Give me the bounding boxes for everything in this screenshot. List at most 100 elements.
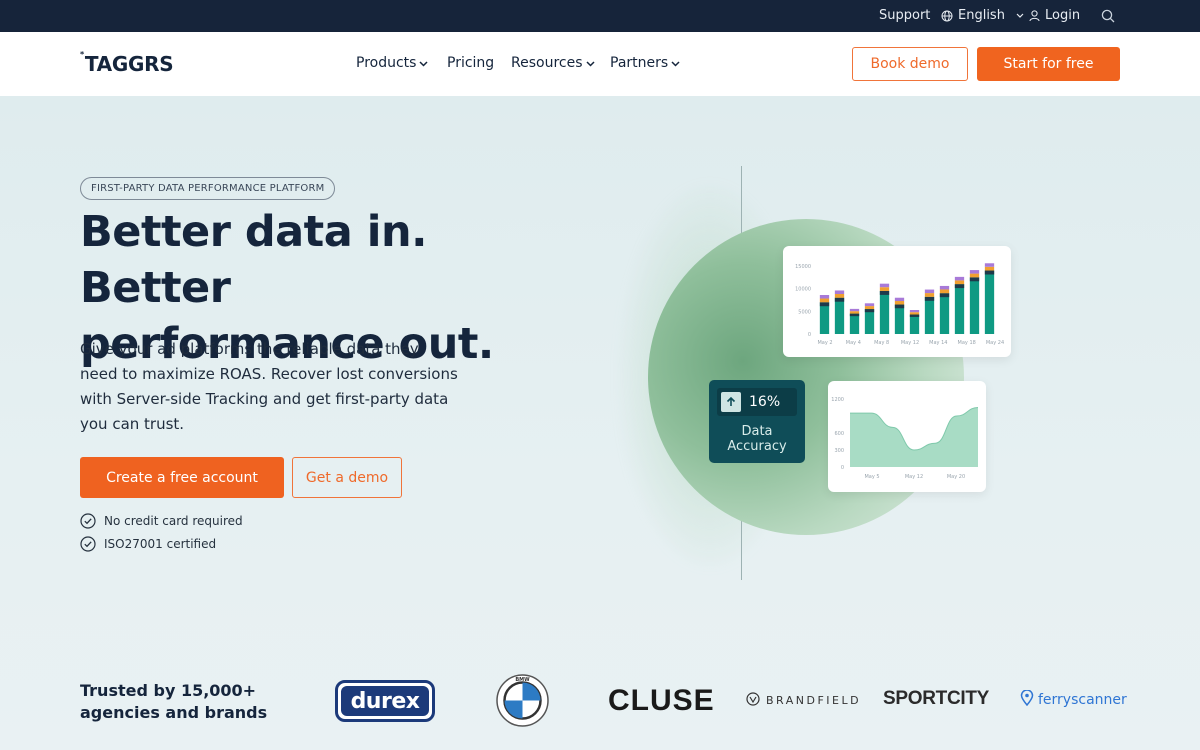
bmw-logo: BMW (496, 674, 549, 727)
bar-segment-purple (909, 310, 920, 313)
sportcity-logo: SPORTCITY (883, 688, 990, 709)
bar-segment-purple (924, 289, 935, 294)
chevron-down-icon (1016, 13, 1024, 19)
bar (939, 293, 950, 334)
bar (924, 296, 935, 334)
y-tick-label: 1200 (831, 397, 844, 403)
ferryscanner-logo: ferryscanner (1020, 689, 1127, 710)
support-link[interactable]: Support (879, 8, 930, 23)
hero-section: FIRST-PARTY DATA PERFORMANCE PLATFORM Be… (0, 96, 1200, 750)
brandfield-logo: BRANDFIELD (746, 692, 861, 709)
globe-icon (941, 10, 953, 22)
bar-segment-orange (894, 301, 905, 305)
check-no-credit-card: No credit card required (80, 513, 243, 529)
cluse-logo: CLUSE (608, 684, 715, 717)
durex-logo-text: durex (341, 686, 429, 716)
bar-segment-purple (984, 263, 995, 267)
x-tick-label: May 4 (846, 340, 861, 346)
arrow-up-icon (721, 392, 741, 412)
support-label: Support (879, 8, 931, 23)
check-circle-icon (80, 536, 96, 552)
accuracy-stat-row: 16% (717, 388, 797, 416)
durex-logo: durex (335, 680, 435, 722)
bar-segment-dark (894, 304, 905, 309)
bar-segment-orange (849, 311, 860, 314)
brandfield-logo-text: BRANDFIELD (766, 694, 862, 707)
bar-segment-orange (969, 273, 980, 278)
nav-products-label: Products (356, 55, 417, 71)
bar (834, 297, 845, 334)
trusted-heading: Trusted by 15,000+ agencies and brands (80, 680, 267, 724)
bar-segment-purple (879, 283, 890, 288)
x-tick-label: May 12 (901, 340, 919, 346)
utility-bar: Support English Login (0, 0, 1200, 32)
get-demo-button[interactable]: Get a demo (292, 457, 402, 498)
bar-segment-orange (984, 266, 995, 271)
bar-chart-card: 15000 10000 5000 0 May 2 May 4 May 8 May 12 May … (783, 246, 1011, 357)
bar-segment-dark (849, 313, 860, 317)
trusted-line-2: agencies and brands (80, 703, 268, 722)
nav-partners-label: Partners (610, 55, 669, 71)
bar-segment-dark (909, 314, 920, 317)
nav-resources[interactable]: Resources (511, 55, 595, 71)
brandfield-mark-icon (746, 692, 760, 709)
ferryscanner-pin-icon (1020, 689, 1034, 710)
search-button[interactable] (1101, 9, 1115, 23)
bar-segment-purple (819, 295, 830, 299)
bar (879, 290, 890, 334)
book-demo-button[interactable]: Book demo (852, 47, 968, 81)
bar (894, 304, 905, 334)
x-tick-label: May 24 (986, 340, 1004, 346)
bar-segment-purple (939, 285, 950, 290)
check-circle-icon (80, 513, 96, 529)
bar-chart: 15000 10000 5000 0 May 2 May 4 May 8 May 12 May … (795, 263, 1004, 346)
bar (819, 302, 830, 334)
y-tick-label: 5000 (798, 309, 811, 315)
nav-partners[interactable]: Partners (610, 55, 680, 71)
nav-products[interactable]: Products (356, 55, 428, 71)
eyebrow-badge: FIRST-PARTY DATA PERFORMANCE PLATFORM (80, 177, 336, 200)
x-tick-label: May 12 (905, 474, 923, 480)
bar-segment-purple (954, 276, 965, 281)
headline-line-1: Better data in. Better (80, 207, 427, 313)
data-accuracy-card: 16% Data Accuracy (709, 380, 805, 463)
bar-segment-dark (924, 296, 935, 301)
y-tick-label: 15000 (795, 264, 811, 270)
start-free-button[interactable]: Start for free (977, 47, 1120, 81)
bar-segment-orange (819, 298, 830, 303)
ferryscanner-logo-text: ferryscanner (1038, 692, 1127, 708)
x-tick-label: May 5 (864, 474, 879, 480)
x-tick-label: May 8 (874, 340, 889, 346)
area-fill (850, 407, 978, 467)
bar-segment-orange (924, 293, 935, 297)
x-tick-label: May 18 (958, 340, 976, 346)
bmw-logo-text: BMW (515, 677, 530, 683)
taggrs-logo[interactable]: *TAGGRS (80, 50, 174, 76)
chevron-down-icon (671, 55, 680, 71)
bar-segment-dark (984, 270, 995, 275)
create-account-button[interactable]: Create a free account (80, 457, 284, 498)
x-tick-label: May 14 (929, 340, 947, 346)
chevron-down-icon (585, 55, 595, 71)
language-selector[interactable]: English (941, 8, 1024, 23)
user-icon (1029, 9, 1040, 22)
y-tick-label: 600 (834, 431, 844, 437)
area-chart: 1200 600 300 0 May 5 May 12 May 20 (831, 397, 979, 480)
check-iso: ISO27001 certified (80, 536, 216, 552)
nav-pricing[interactable]: Pricing (447, 55, 494, 71)
accuracy-label-line-1: Data (741, 424, 773, 439)
accuracy-label: Data Accuracy (709, 424, 805, 454)
bar (909, 314, 920, 334)
bar-segment-purple (834, 290, 845, 294)
bar-segment-orange (939, 289, 950, 294)
accuracy-value: 16% (749, 394, 781, 410)
logo-text: TAGGRS (84, 52, 174, 76)
nav-pricing-label: Pricing (447, 55, 495, 71)
bar-segment-dark (969, 277, 980, 282)
login-link[interactable]: Login (1029, 8, 1080, 23)
nav-resources-label: Resources (511, 55, 583, 71)
bar-segment-purple (894, 297, 905, 302)
bar-segment-purple (969, 270, 980, 274)
bar-segment-dark (819, 302, 830, 307)
y-tick-label: 0 (841, 465, 844, 471)
